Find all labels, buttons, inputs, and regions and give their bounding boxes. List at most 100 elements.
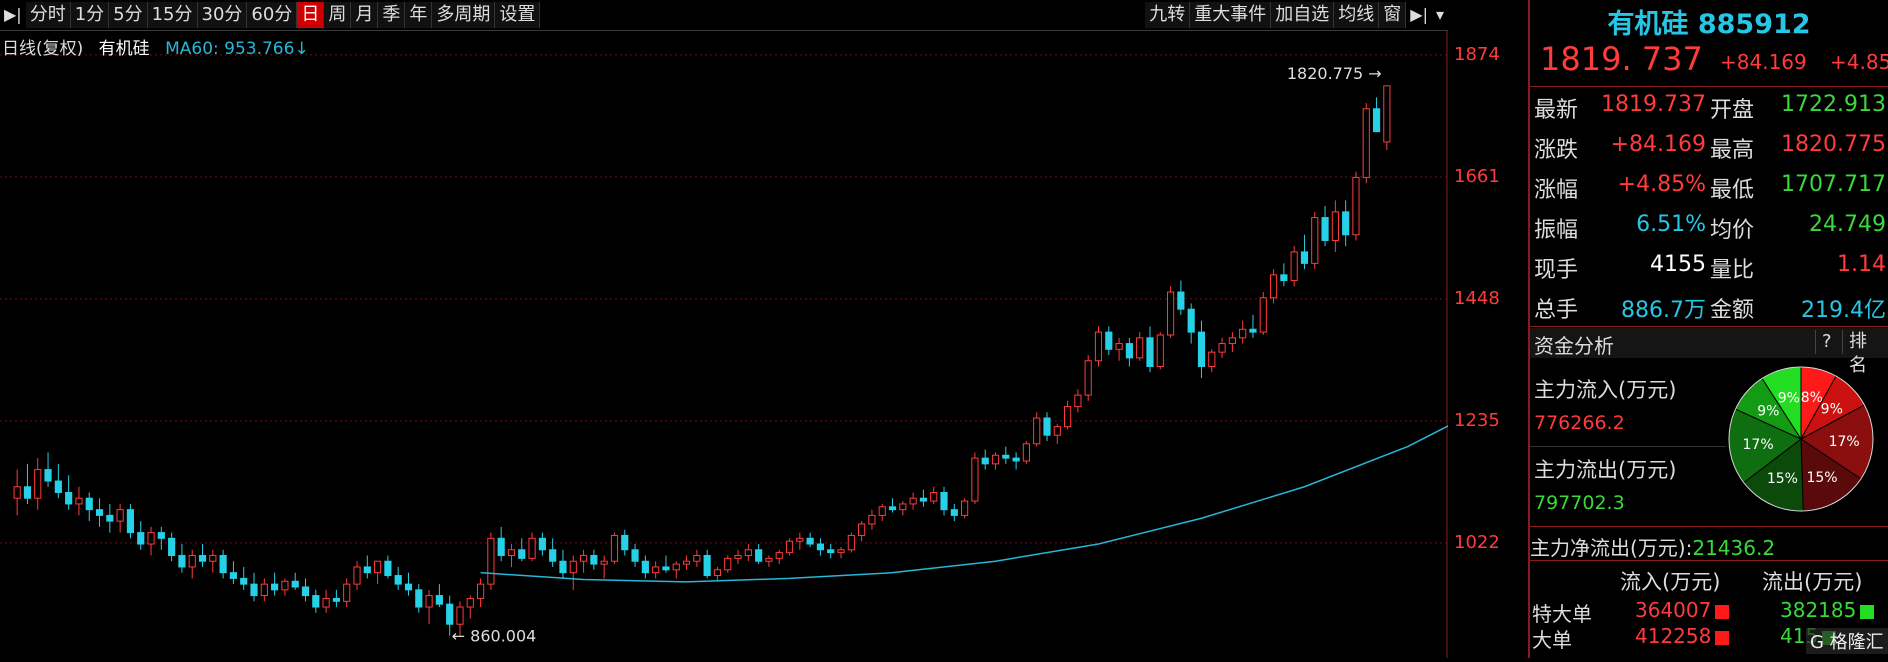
candle-body [1290,251,1298,282]
period-button-2[interactable]: 5分 [109,2,148,28]
candle-body [415,589,423,608]
flow-row-name: 特大单 [1532,602,1592,626]
candle-body [95,509,104,516]
period-button-11[interactable]: 多周期 [432,2,496,28]
period-button-5[interactable]: 60分 [247,2,298,28]
quote-rv: 1722.913 [1781,92,1886,117]
candle-body [281,580,289,591]
candle-body [538,537,546,551]
candle-body [610,534,619,562]
divider [1530,86,1888,87]
candle-body [312,595,320,608]
candle-body [1372,108,1381,133]
period-button-3[interactable]: 15分 [147,2,198,28]
pie-label: 9% [1778,391,1800,407]
toolbar-item-4[interactable]: 窗 [1379,2,1407,28]
price-change: +84.169 [1720,50,1807,74]
flow-row-out: 382185 [1780,598,1875,622]
flow-row: 特大单 364007 382185 [1530,598,1888,626]
quote-r: 最高 [1710,138,1755,163]
inflow-label: 主力流入(万元) [1534,378,1677,402]
candle-body [600,560,608,565]
candle-body [981,457,989,465]
candle-body [652,566,660,574]
pie-label: 8% [1801,390,1823,406]
toolbar-item-0[interactable]: 九转 [1145,2,1191,28]
candle-body [476,583,485,599]
help-button[interactable]: ? [1815,330,1838,354]
quote-r: 均价 [1710,218,1755,243]
candle-body [54,480,62,493]
period-button-9[interactable]: 季 [378,2,406,28]
candle-body [1094,331,1103,362]
candle-body [332,597,340,602]
period-button-7[interactable]: 周 [324,2,352,28]
candle-body [1177,291,1185,310]
candle-body [1012,457,1020,462]
quote-panel: 有机硅 885912 1819. 737 +84.169 +4.85% 最新 18… [1530,0,1888,658]
candle-body [878,506,886,516]
period-button-4[interactable]: 30分 [197,2,248,28]
outflow-label: 主力流出(万元) [1534,458,1677,482]
toggle-panel-icon[interactable]: ▶| [0,2,26,28]
fund-pie-chart: 8%9%17%15%15%17%9%9% [1728,366,1874,512]
period-button-6[interactable]: 日 [297,2,325,28]
rank-button[interactable]: 排名 [1842,330,1888,376]
quote-lv: +4.85% [1617,172,1706,197]
net-outflow-label: 主力净流出(万元): [1530,536,1693,560]
candle-body [301,586,310,597]
quote-lv: 6.51% [1636,212,1706,237]
candle-body [1115,343,1123,350]
period-button-1[interactable]: 1分 [70,2,110,28]
pie-label: 17% [1743,437,1774,453]
quote-lv: +84.169 [1610,132,1706,157]
toolbar-item-1[interactable]: 重大事件 [1190,2,1272,28]
candle-body [1311,217,1319,264]
red-square-icon [1715,630,1730,645]
candle-body [868,514,876,525]
kline-chart[interactable]: 1820.775 → ← 860.004 [0,30,1501,658]
pie-label: 15% [1767,471,1798,487]
candle-body [65,491,73,505]
candle-body [260,583,268,597]
candle-body [1197,331,1206,367]
candle-body [1105,331,1113,350]
candle-body [1033,417,1041,445]
candle-body [116,509,124,522]
period-button-0[interactable]: 分时 [25,2,71,28]
quote-r: 量比 [1710,258,1755,283]
candle-body [1136,337,1144,359]
period-button-12[interactable]: 设置 [495,2,541,28]
y-tick-label: 1235 [1454,409,1500,431]
candle-body [188,554,196,568]
flow-row-in: 412258 [1635,624,1730,648]
candle-body [1022,443,1030,462]
chevron-down-icon[interactable]: ▾ [1432,2,1448,28]
last-price: 1819. 737 [1540,40,1703,78]
candle-body [353,566,361,585]
candle-body [497,537,505,556]
period-button-10[interactable]: 年 [405,2,433,28]
quote-lv: 1819.737 [1601,92,1706,117]
candle-body [579,554,588,562]
candle-body [734,554,742,559]
quote-lv: 886.7万 [1621,298,1706,323]
candle-body [75,497,83,505]
toolbar-item-3[interactable]: 均线 [1334,2,1380,28]
candle-body [961,500,969,516]
outflow-header: 流出(万元) [1762,570,1863,594]
quote-rv: 1.14 [1837,252,1886,277]
period-button-8[interactable]: 月 [351,2,379,28]
candle-body [1064,406,1072,428]
candle-body [1002,454,1010,459]
collapse-panel-icon[interactable]: ▶| [1406,2,1432,28]
quote-rv: 1707.717 [1781,172,1886,197]
chart-info-line: 日线(复权) 有机硅 MA60: 953.766↓ [2,34,309,59]
toolbar-right-items: 九转 重大事件 加自选 均线窗 [1145,2,1407,28]
candle-body [1331,211,1339,241]
candle-body [157,532,165,539]
toolbar-item-2[interactable]: 加自选 [1271,2,1335,28]
divider [1530,560,1888,561]
candle-body [1259,297,1267,333]
candle-body [899,503,907,511]
